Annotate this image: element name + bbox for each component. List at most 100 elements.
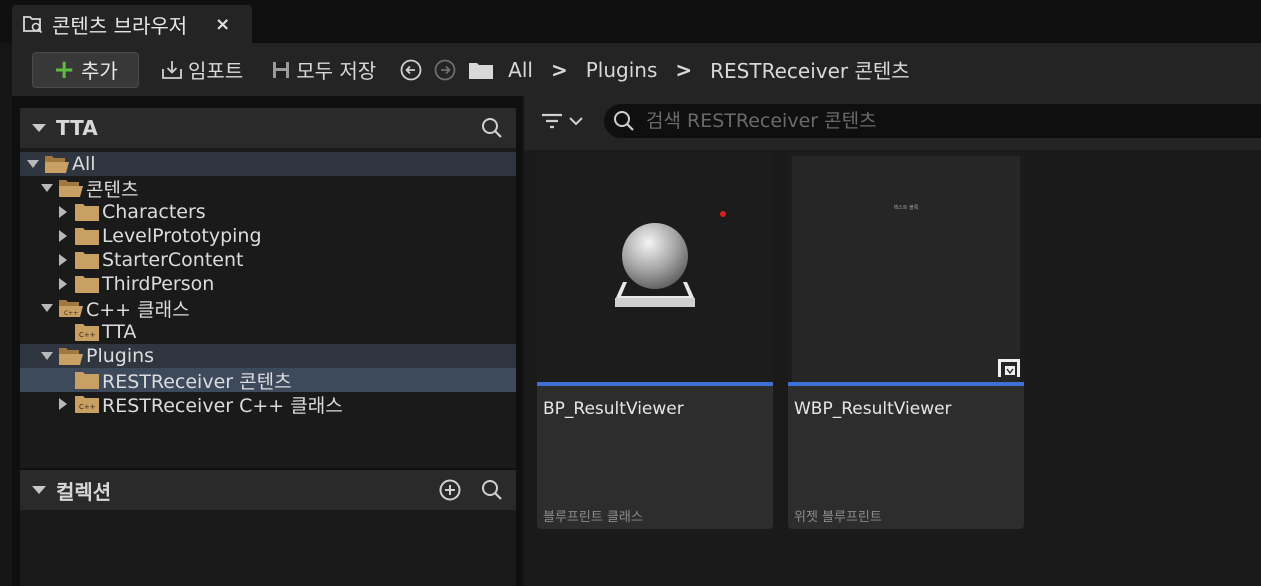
tree-item-content[interactable]: 콘텐츠 xyxy=(20,176,516,201)
tab-content-browser[interactable]: 콘텐츠 브라우저 × xyxy=(12,5,252,43)
tab-bar: 콘텐츠 브라우저 × xyxy=(0,0,1261,43)
asset-tile[interactable]: 텍스트 블록 WBP_ResultViewer 위젯 블루프린트 xyxy=(788,152,1024,529)
tree-item-label: 콘텐츠 xyxy=(86,178,139,201)
tree-item-plugins[interactable]: Plugins xyxy=(20,344,516,368)
tree-item-label: Plugins xyxy=(86,345,155,367)
search-icon[interactable] xyxy=(480,116,504,140)
save-all-label: 모두 저장 xyxy=(296,59,377,83)
toolbar: + 추가 임포트 모두 저장 All > Plugins > RESTRecei… xyxy=(12,43,1261,96)
asset-type-bar xyxy=(537,382,773,386)
sources-header[interactable]: TTA xyxy=(20,108,516,148)
folder-tree: All 콘텐츠 Characters LevelPrototyping Star… xyxy=(20,148,516,468)
tree-item-label: ThirdPerson xyxy=(102,273,215,295)
asset-type: 위젯 블루프린트 xyxy=(794,510,882,525)
add-button[interactable]: + 추가 xyxy=(32,51,139,88)
expand-arrow-icon[interactable] xyxy=(59,206,67,218)
svg-text:C++: C++ xyxy=(79,403,96,411)
tree-item-cpp-classes[interactable]: C++ C++ 클래스 xyxy=(20,296,516,321)
svg-text:C++: C++ xyxy=(79,331,96,339)
tree-item-label: RESTReceiver C++ 클래스 xyxy=(102,394,343,417)
tree-item-restreceiver-content[interactable]: RESTReceiver 콘텐츠 xyxy=(20,368,516,393)
expand-arrow-icon[interactable] xyxy=(59,230,67,242)
breadcrumb-restreceiver[interactable]: RESTReceiver 콘텐츠 xyxy=(710,55,910,84)
save-all-button[interactable]: 모두 저장 xyxy=(270,55,376,84)
forward-arrow-icon[interactable] xyxy=(434,59,456,81)
widget-preview-text: 텍스트 블록 xyxy=(893,205,919,211)
breadcrumb-all[interactable]: All xyxy=(508,58,533,82)
tree-item-all[interactable]: All xyxy=(20,152,516,176)
expand-arrow-icon[interactable] xyxy=(59,278,67,290)
collections-title: 컬렉션 xyxy=(56,479,112,504)
tab-title: 콘텐츠 브라우저 xyxy=(52,13,188,38)
tree-item-characters[interactable]: Characters xyxy=(20,200,516,224)
folder-open-icon xyxy=(58,178,84,198)
folder-icon xyxy=(74,274,100,294)
breadcrumb-separator[interactable]: > xyxy=(675,58,692,82)
folder-icon xyxy=(74,250,100,270)
expand-arrow-icon[interactable] xyxy=(59,398,67,410)
breadcrumb-separator[interactable]: > xyxy=(551,58,568,82)
svg-text:C++: C++ xyxy=(64,310,78,317)
save-icon xyxy=(273,61,290,78)
search-icon[interactable] xyxy=(480,478,504,502)
asset-view: BP_ResultViewer 블루프린트 클래스 텍스트 블록 WBP_Res… xyxy=(524,96,1261,586)
tree-item-label: TTA xyxy=(102,321,137,343)
close-icon[interactable]: × xyxy=(215,14,230,35)
folder-icon xyxy=(74,202,100,222)
tree-item-label: All xyxy=(72,153,96,175)
sources-panel: TTA All 콘텐츠 Characters LevelPrototyping … xyxy=(12,96,522,586)
cpp-folder-icon: C++ xyxy=(74,394,100,414)
tree-item-restreceiver-cpp[interactable]: C++ RESTReceiver C++ 클래스 xyxy=(20,392,516,417)
tree-item-label: LevelPrototyping xyxy=(102,225,262,247)
asset-type-bar xyxy=(788,382,1024,386)
asset-view-toolbar xyxy=(524,96,1261,150)
cpp-folder-icon: C++ xyxy=(58,298,84,318)
expand-arrow-icon[interactable] xyxy=(41,352,53,360)
tree-item-tta[interactable]: C++ TTA xyxy=(20,320,516,344)
folder-icon xyxy=(74,226,100,246)
collapse-caret-icon[interactable] xyxy=(32,124,46,132)
breadcrumb: All > Plugins > RESTReceiver 콘텐츠 xyxy=(508,55,910,84)
asset-name: WBP_ResultViewer xyxy=(794,399,952,419)
folder-icon xyxy=(74,370,100,390)
asset-name: BP_ResultViewer xyxy=(543,399,684,419)
folder-open-icon xyxy=(58,346,84,366)
expand-arrow-icon[interactable] xyxy=(59,254,67,266)
expand-arrow-icon[interactable] xyxy=(41,184,53,192)
collections-header[interactable]: 컬렉션 xyxy=(20,470,516,510)
import-label: 임포트 xyxy=(188,59,244,83)
search-input[interactable] xyxy=(646,110,1206,132)
chevron-down-icon xyxy=(569,117,583,126)
cpp-folder-icon: C++ xyxy=(74,322,100,342)
folder-icon[interactable] xyxy=(468,60,494,80)
back-arrow-icon[interactable] xyxy=(400,59,422,81)
filter-icon xyxy=(542,113,562,129)
tree-item-startercontent[interactable]: StarterContent xyxy=(20,248,516,272)
widget-blueprint-icon xyxy=(998,359,1020,377)
tree-item-thirdperson[interactable]: ThirdPerson xyxy=(20,272,516,296)
asset-type: 블루프린트 클래스 xyxy=(543,510,643,525)
widget-preview: 텍스트 블록 xyxy=(792,156,1020,382)
tree-item-label: RESTReceiver 콘텐츠 xyxy=(102,370,292,393)
tree-item-label: StarterContent xyxy=(102,249,244,271)
asset-tile[interactable]: BP_ResultViewer 블루프린트 클래스 xyxy=(537,152,773,529)
content-browser-icon xyxy=(22,13,44,35)
sources-title: TTA xyxy=(56,116,98,140)
import-icon xyxy=(162,60,182,79)
filter-button[interactable] xyxy=(540,110,584,132)
tree-item-label: C++ 클래스 xyxy=(86,298,190,321)
tree-item-label: Characters xyxy=(102,201,206,223)
folder-open-icon xyxy=(44,154,70,174)
add-circle-icon[interactable] xyxy=(438,478,462,502)
breadcrumb-plugins[interactable]: Plugins xyxy=(586,58,658,82)
collapse-caret-icon[interactable] xyxy=(32,486,46,494)
add-button-label: 추가 xyxy=(80,59,118,83)
expand-arrow-icon[interactable] xyxy=(41,304,53,312)
tree-item-levelprototyping[interactable]: LevelPrototyping xyxy=(20,224,516,248)
plus-icon: + xyxy=(53,54,75,85)
expand-arrow-icon[interactable] xyxy=(27,160,39,168)
search-bar[interactable] xyxy=(604,104,1261,138)
blueprint-sphere-icon xyxy=(615,211,726,307)
import-button[interactable]: 임포트 xyxy=(160,55,243,84)
collections-list xyxy=(20,510,516,586)
